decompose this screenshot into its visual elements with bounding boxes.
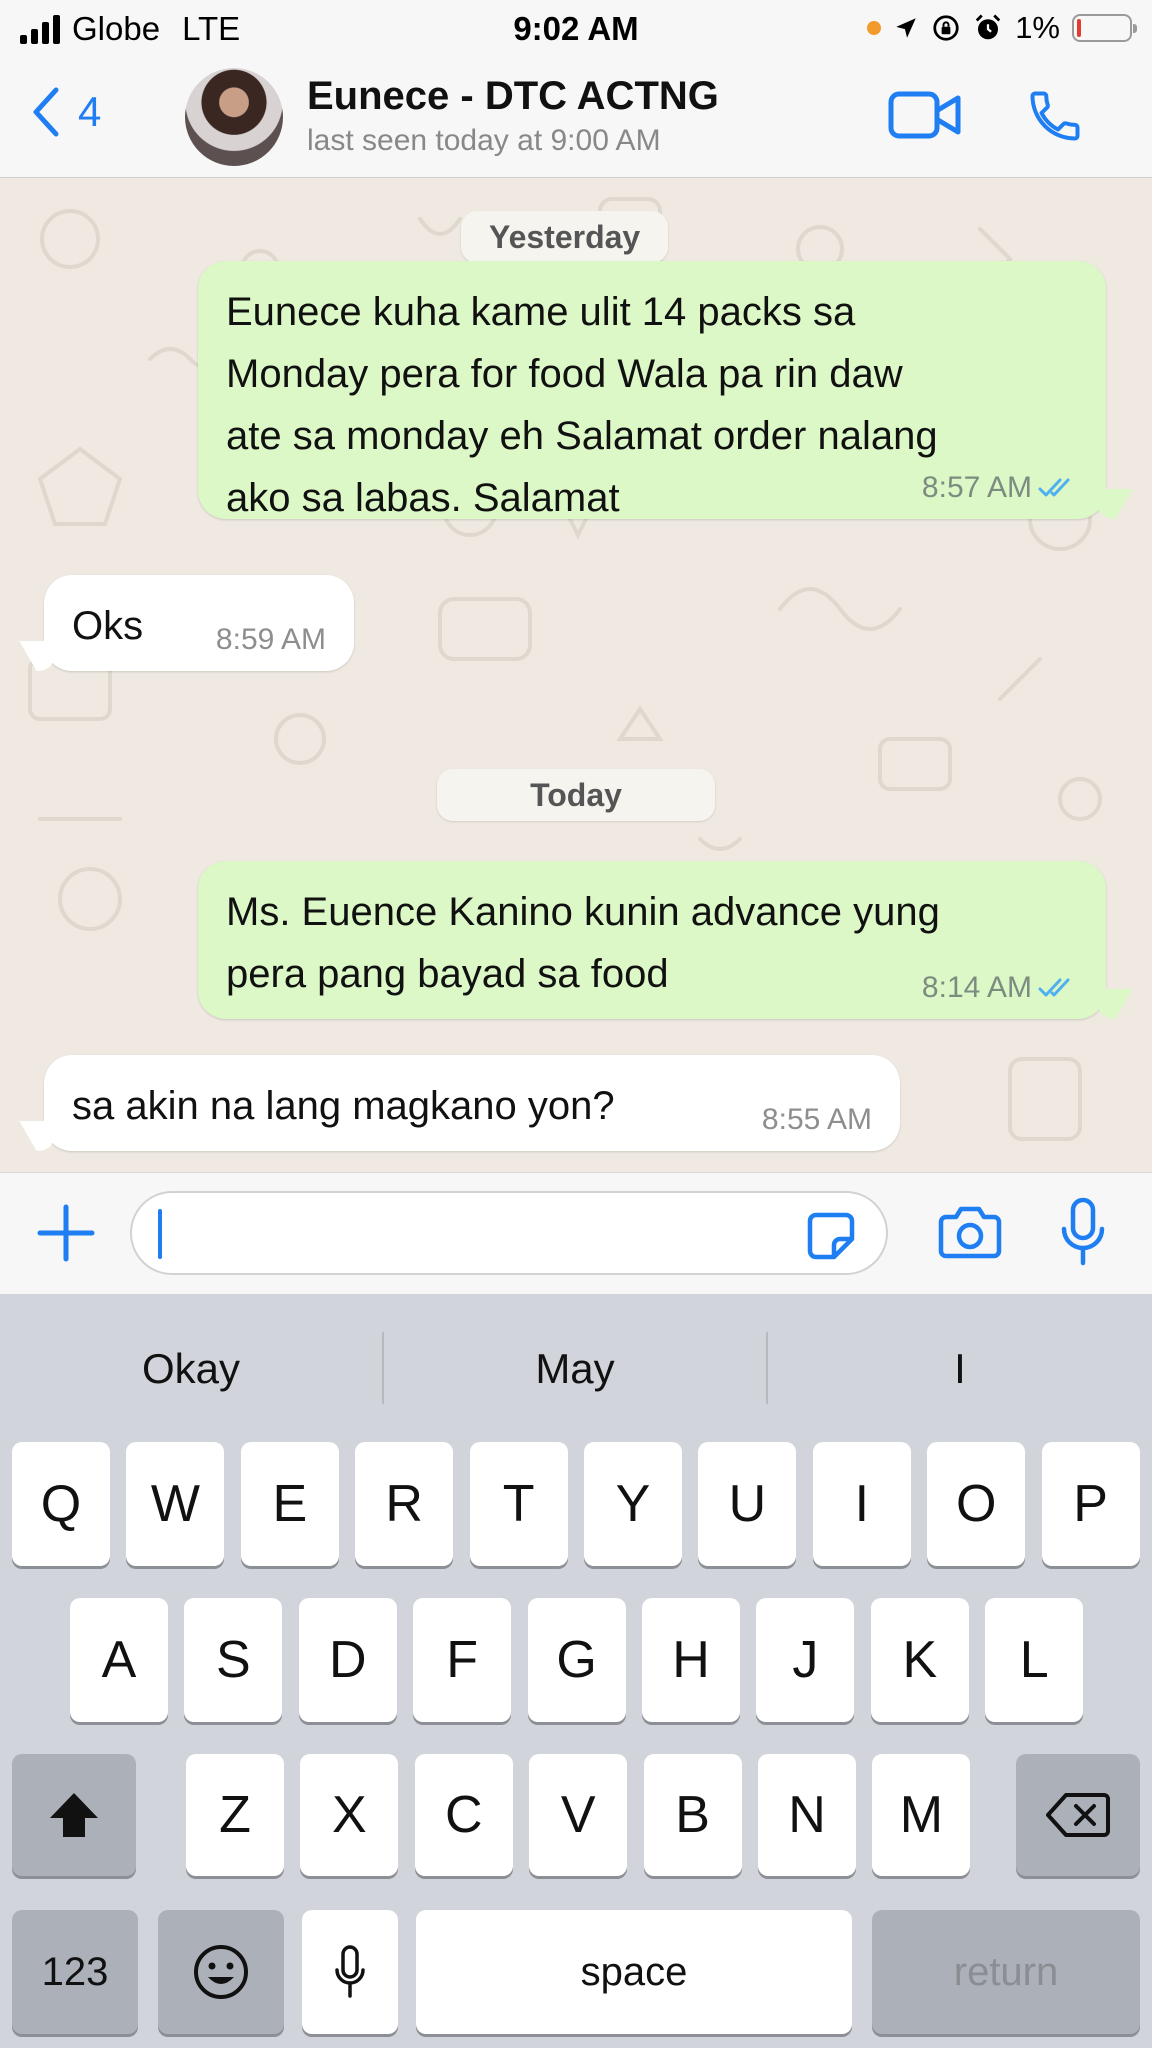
voice-message-button[interactable] — [1058, 1197, 1108, 1274]
key-m[interactable]: M — [872, 1754, 971, 1876]
video-camera-icon — [888, 91, 961, 139]
key-u[interactable]: U — [698, 1442, 797, 1566]
shift-arrow-icon — [50, 1793, 98, 1837]
message-time: 8:14 AM — [921, 971, 1032, 1004]
return-key[interactable]: return — [872, 1910, 1140, 2034]
key-n[interactable]: N — [758, 1754, 856, 1876]
battery-level — [1077, 19, 1081, 37]
shift-key[interactable] — [12, 1754, 136, 1876]
sticker-icon — [807, 1212, 855, 1260]
dictation-key[interactable] — [302, 1910, 398, 2034]
key-i[interactable]: I — [812, 1442, 911, 1566]
alarm-icon — [975, 14, 1001, 40]
key-t[interactable]: T — [469, 1442, 568, 1566]
suggestion-3[interactable]: I — [768, 1334, 1152, 1404]
message-text-line: ate sa monday eh Salamat order nalang — [226, 414, 938, 458]
video-call-button[interactable] — [888, 88, 962, 147]
chat-header: 4 Eunece - DTC ACTNG last seen today at … — [0, 58, 1152, 178]
numbers-key[interactable]: 123 — [12, 1910, 138, 2034]
key-v[interactable]: V — [529, 1754, 628, 1876]
message-text-line: Monday pera for food Wala pa rin daw — [226, 352, 903, 396]
battery-percent: 1% — [1015, 10, 1060, 45]
key-e[interactable]: E — [240, 1442, 339, 1566]
key-h[interactable]: H — [642, 1598, 740, 1722]
message-text-line: Eunece kuha kame ulit 14 packs sa — [226, 290, 856, 334]
outgoing-message[interactable]: Eunece kuha kame ulit 14 packs sa Monday… — [198, 261, 1106, 520]
key-q[interactable]: Q — [12, 1442, 110, 1566]
keyboard: Okay May I QWERTYUIOP ASDFGHJKL ZXCVBNM … — [0, 1294, 1152, 2048]
outgoing-message[interactable]: Ms. Euence Kanino kunin advance yung per… — [198, 861, 1106, 1019]
key-f[interactable]: F — [413, 1598, 512, 1722]
message-input-bar — [0, 1172, 1152, 1294]
date-divider-yesterday: Yesterday — [461, 211, 669, 263]
key-j[interactable]: J — [756, 1598, 855, 1722]
read-receipt-icon — [1038, 978, 1070, 997]
key-r[interactable]: R — [355, 1442, 454, 1566]
chevron-left-icon — [33, 87, 59, 137]
message-text-line: sa akin na lang magkano yon? — [72, 1084, 615, 1128]
key-x[interactable]: X — [300, 1754, 399, 1876]
key-g[interactable]: G — [527, 1598, 626, 1722]
unread-count: 4 — [78, 88, 102, 135]
text-cursor — [158, 1209, 162, 1259]
last-seen-status: last seen today at 9:00 AM — [307, 124, 661, 157]
message-time: 8:59 AM — [215, 623, 326, 656]
space-key[interactable]: space — [416, 1910, 852, 2034]
key-a[interactable]: A — [70, 1598, 168, 1722]
status-bar: Globe LTE 9:02 AM 1% — [0, 0, 1152, 58]
read-receipt-icon — [1038, 478, 1070, 497]
date-divider-today: Today — [437, 769, 715, 821]
message-time: 8:57 AM — [921, 471, 1032, 504]
message-text-line: Ms. Euence Kanino kunin advance yung — [226, 890, 940, 934]
suggestion-2[interactable]: May — [384, 1334, 766, 1404]
message-input[interactable] — [130, 1191, 888, 1275]
chat-area[interactable]: Yesterday Eunece kuha kame ulit 14 packs… — [0, 179, 1152, 1172]
location-arrow-icon — [896, 18, 916, 38]
key-b[interactable]: B — [643, 1754, 742, 1876]
key-l[interactable]: L — [985, 1598, 1084, 1722]
backspace-icon — [1046, 1793, 1110, 1837]
contact-name[interactable]: Eunece - DTC ACTNG — [307, 74, 719, 119]
emoji-key[interactable] — [158, 1910, 284, 2034]
suggestion-1[interactable]: Okay — [0, 1334, 382, 1404]
key-y[interactable]: Y — [584, 1442, 682, 1566]
privacy-dot-icon — [867, 21, 882, 35]
key-o[interactable]: O — [927, 1442, 1026, 1566]
incoming-message[interactable]: sa akin na lang magkano yon? 8:55 AM — [44, 1055, 900, 1151]
microphone-icon — [335, 1945, 365, 1998]
message-time: 8:55 AM — [761, 1103, 872, 1136]
camera-button[interactable] — [938, 1205, 1002, 1264]
key-s[interactable]: S — [184, 1598, 283, 1722]
key-w[interactable]: W — [126, 1442, 225, 1566]
voice-call-button[interactable] — [1025, 86, 1085, 151]
plus-icon — [37, 1204, 95, 1262]
key-c[interactable]: C — [414, 1754, 513, 1876]
phone-icon — [1030, 91, 1080, 141]
sticker-button[interactable] — [806, 1211, 856, 1266]
key-z[interactable]: Z — [186, 1754, 284, 1876]
avatar[interactable] — [185, 68, 283, 166]
emoji-icon — [194, 1945, 248, 1999]
key-p[interactable]: P — [1041, 1442, 1140, 1566]
camera-icon — [938, 1206, 1002, 1259]
rotation-lock-icon — [933, 15, 959, 41]
back-button[interactable]: 4 — [30, 86, 101, 138]
microphone-icon — [1061, 1197, 1105, 1266]
key-d[interactable]: D — [298, 1598, 397, 1722]
incoming-message[interactable]: Oks 8:59 AM — [44, 575, 354, 671]
attach-button[interactable] — [36, 1203, 96, 1268]
key-k[interactable]: K — [870, 1598, 969, 1722]
battery-icon — [1072, 14, 1137, 42]
delete-key[interactable] — [1016, 1754, 1140, 1876]
